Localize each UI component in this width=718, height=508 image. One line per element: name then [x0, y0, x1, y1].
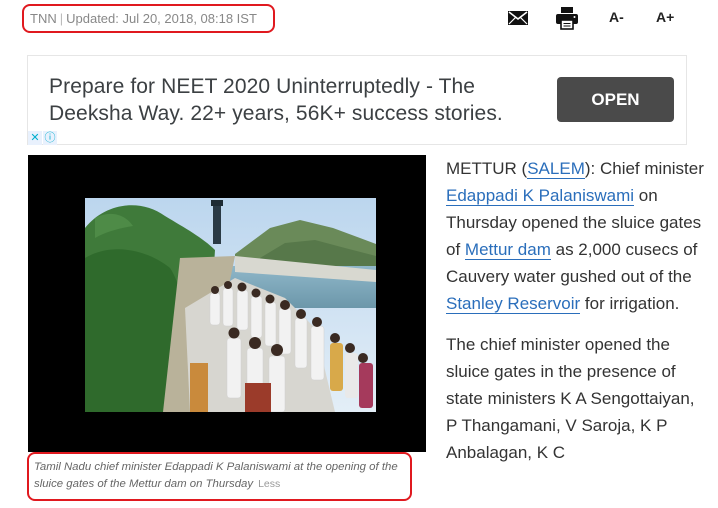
byline-updated: Updated: Jul 20, 2018, 08:18 IST: [66, 11, 257, 26]
ad-text[interactable]: Prepare for NEET 2020 Uninterruptedly - …: [49, 73, 529, 127]
dam-photo-image: [85, 198, 376, 412]
paragraph-text: for irrigation.: [580, 294, 680, 313]
byline-separator: |: [59, 11, 64, 26]
font-increase-button[interactable]: A+: [656, 6, 674, 30]
salem-link[interactable]: SALEM: [527, 159, 585, 179]
paragraph-text: ): Chief minister: [584, 159, 704, 178]
print-icon[interactable]: [556, 6, 578, 30]
caption-text: Tamil Nadu chief minister Edappadi K Pal…: [34, 461, 398, 490]
mail-icon[interactable]: [508, 6, 528, 30]
mettur-dam-link[interactable]: Mettur dam: [464, 240, 551, 260]
photo-caption: Tamil Nadu chief minister Edappadi K Pal…: [27, 452, 412, 501]
article-paragraph: METTUR (SALEM): Chief minister Edappadi …: [446, 155, 706, 317]
stanley-reservoir-link[interactable]: Stanley Reservoir: [446, 294, 581, 314]
font-decrease-button[interactable]: A-: [609, 6, 624, 30]
ad-open-button[interactable]: OPEN: [557, 77, 674, 122]
edappadi-palaniswami-link[interactable]: Edappadi K Palaniswami: [446, 186, 635, 206]
article-photo[interactable]: [28, 155, 426, 452]
byline-source: TNN: [30, 11, 57, 26]
advertisement-banner[interactable]: Prepare for NEET 2020 Uninterruptedly - …: [27, 55, 687, 145]
ad-choices: ✕ ⓘ: [28, 131, 57, 145]
paragraph-text: METTUR (: [446, 159, 528, 178]
caption-less-link[interactable]: Less: [258, 478, 280, 490]
ad-close-icon[interactable]: ✕: [28, 131, 42, 145]
article-body: METTUR (SALEM): Chief minister Edappadi …: [446, 155, 706, 480]
article-byline: TNN | Updated: Jul 20, 2018, 08:18 IST: [22, 4, 275, 33]
article-paragraph: The chief minister opened the sluice gat…: [446, 335, 695, 462]
ad-info-icon[interactable]: ⓘ: [43, 131, 57, 145]
